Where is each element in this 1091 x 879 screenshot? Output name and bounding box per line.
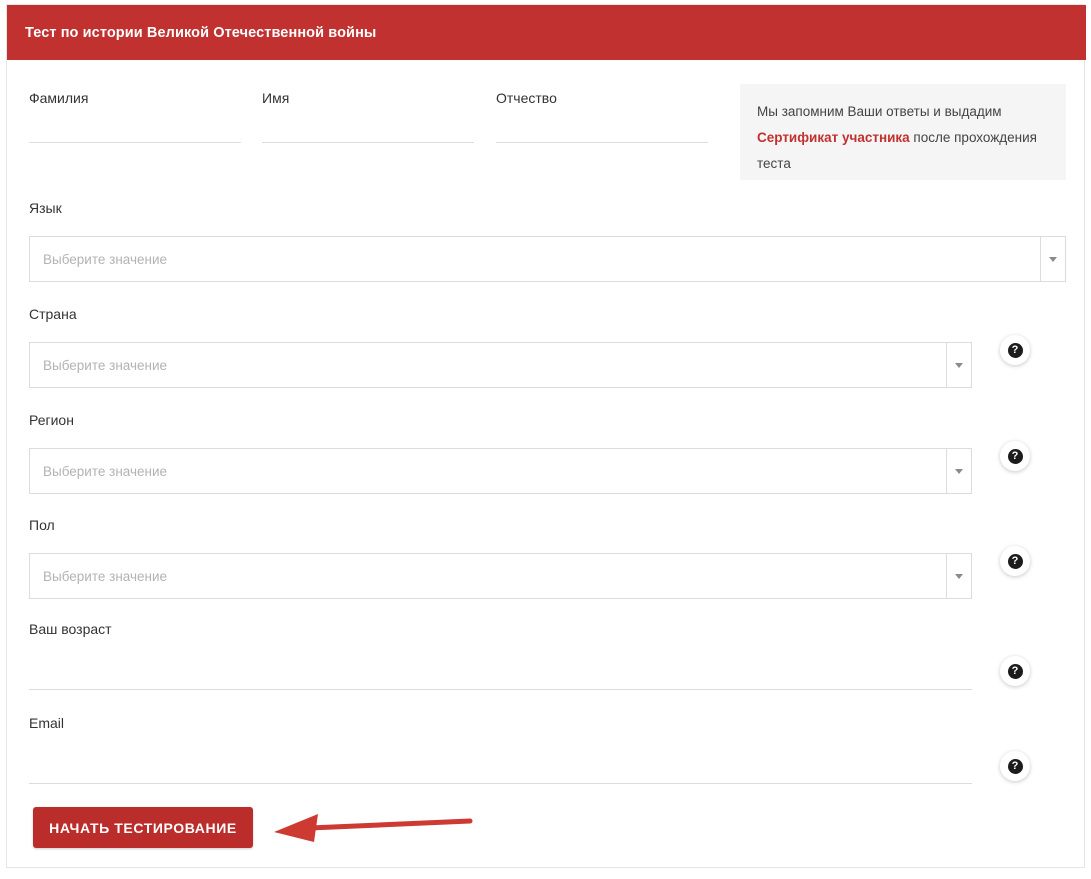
chevron-down-icon [1049,257,1057,262]
region-select-toggle[interactable] [946,448,971,494]
row-country: Страна Выберите значение [29,306,972,388]
lastname-input[interactable] [29,142,241,143]
chevron-down-icon [955,574,963,579]
email-label: Email [29,715,65,731]
firstname-input[interactable] [262,142,474,143]
start-test-button[interactable]: НАЧАТЬ ТЕСТИРОВАНИЕ [33,807,253,848]
page-root: Тест по истории Великой Отечественной во… [0,0,1091,879]
gender-label: Пол [29,517,55,533]
email-input[interactable] [29,783,972,784]
certificate-info-text: Мы запомним Ваши ответы и выдадим Сертиф… [757,99,1048,177]
field-firstname: Имя [262,90,474,143]
language-label: Язык [29,200,62,216]
age-label: Ваш возраст [29,621,112,637]
region-select-placeholder: Выберите значение [43,464,168,479]
certificate-info-box: Мы запомним Ваши ответы и выдадим Сертиф… [740,84,1066,180]
row-region: Регион Выберите значение [29,412,972,494]
middlename-label: Отчество [496,90,557,106]
field-middlename: Отчество [496,90,708,143]
info-text-before: Мы запомним Ваши ответы и выдадим [757,104,1002,119]
gender-select-placeholder: Выберите значение [43,569,168,584]
gender-select-toggle[interactable] [946,553,971,599]
language-select[interactable]: Выберите значение [29,236,1066,282]
question-mark-icon: ? [1007,553,1023,569]
row-email: Email [29,715,972,784]
row-gender: Пол Выберите значение [29,517,972,599]
help-button-email[interactable]: ? [1000,751,1030,781]
row-age: Ваш возраст [29,621,972,690]
lastname-label: Фамилия [29,90,89,106]
region-label: Регион [29,412,74,428]
age-input[interactable] [29,689,972,690]
country-label: Страна [29,306,77,322]
question-mark-icon: ? [1007,448,1023,464]
country-select[interactable]: Выберите значение [29,342,972,388]
form-body: Фамилия Имя Отчество Мы запомним Ваши от… [7,60,1086,869]
language-select-toggle[interactable] [1040,236,1065,282]
question-mark-icon: ? [1007,342,1023,358]
help-button-country[interactable]: ? [1000,335,1030,365]
gender-select[interactable]: Выберите значение [29,553,972,599]
chevron-down-icon [955,363,963,368]
question-mark-icon: ? [1007,663,1023,679]
help-button-age[interactable]: ? [1000,656,1030,686]
region-select[interactable]: Выберите значение [29,448,972,494]
row-language: Язык Выберите значение [29,200,1066,282]
page-header: Тест по истории Великой Отечественной во… [7,5,1086,60]
language-select-placeholder: Выберите значение [43,252,168,267]
field-lastname: Фамилия [29,90,241,143]
middlename-input[interactable] [496,142,708,143]
help-button-region[interactable]: ? [1000,441,1030,471]
question-mark-icon: ? [1007,758,1023,774]
help-button-gender[interactable]: ? [1000,546,1030,576]
country-select-toggle[interactable] [946,342,971,388]
name-fields-row: Фамилия Имя Отчество Мы запомним Ваши от… [7,60,1086,180]
firstname-label: Имя [262,90,290,106]
country-select-placeholder: Выберите значение [43,358,168,373]
page-title: Тест по истории Великой Отечественной во… [25,25,377,41]
chevron-down-icon [955,469,963,474]
form-card: Тест по истории Великой Отечественной во… [6,4,1086,869]
info-text-highlight: Сертификат участника [757,130,910,145]
